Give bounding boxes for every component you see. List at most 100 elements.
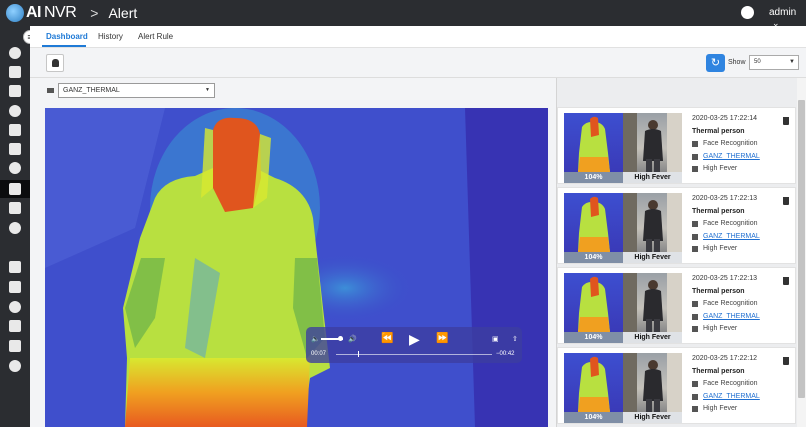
alert-tag: High Fever: [703, 245, 738, 252]
thermal-snapshot-image: [578, 356, 610, 412]
show-count-select[interactable]: 50 ▼: [749, 55, 799, 70]
person-snapshot-image: [623, 273, 682, 332]
bell-icon: [692, 220, 698, 227]
sidebar-item-face-scan[interactable]: [0, 63, 30, 81]
camera-select-value: GANZ_THERMAL: [63, 87, 120, 94]
sidebar-item-document[interactable]: [0, 278, 30, 296]
tab-alert-rule[interactable]: Alert Rule: [138, 32, 173, 41]
fast-forward-button[interactable]: ⏩: [436, 333, 448, 344]
sidebar-item-analytics[interactable]: [0, 219, 30, 237]
person-snapshot[interactable]: [623, 193, 682, 252]
status-caption: High Fever: [623, 172, 682, 183]
temperature-caption: 104%: [564, 332, 623, 343]
sidebar-item-crowd[interactable]: [0, 121, 30, 139]
alert-sound-button[interactable]: [46, 54, 64, 72]
thermal-snapshot[interactable]: [564, 113, 623, 172]
status-caption: High Fever: [623, 252, 682, 263]
sidebar-item-recorder[interactable]: [0, 317, 30, 335]
sidebar-item-user[interactable]: [0, 337, 30, 355]
alert-time: 2020-03-25 17:22:13: [692, 275, 757, 282]
alert-source-row: Face Recognition: [692, 380, 757, 387]
person-snapshot[interactable]: [623, 113, 682, 172]
alert-source: Face Recognition: [703, 300, 758, 307]
sidebar-item-settings[interactable]: [0, 357, 30, 375]
trash-icon[interactable]: [783, 117, 789, 125]
face-scan-icon: [9, 66, 21, 78]
alert-camera-link[interactable]: GANZ_THERMAL: [703, 393, 760, 400]
crowd-icon: [9, 124, 21, 136]
alert-source: Face Recognition: [703, 220, 758, 227]
trash-icon[interactable]: [783, 197, 789, 205]
alert-camera-row: GANZ_THERMAL: [692, 233, 760, 240]
alert-tag-row: High Fever: [692, 245, 737, 252]
trash-icon[interactable]: [783, 357, 789, 365]
alert-card[interactable]: 104% High Fever 2020-03-25 17:22:12 Ther…: [557, 347, 796, 424]
sidebar-item-route[interactable]: [0, 102, 30, 120]
page-title: Alert: [108, 5, 138, 21]
person-snapshot-image: [623, 193, 682, 252]
seek-bar[interactable]: [336, 354, 492, 355]
person-snapshot-image: [623, 113, 682, 172]
show-label: Show: [728, 59, 746, 66]
alert-camera-link[interactable]: GANZ_THERMAL: [703, 153, 760, 160]
rewind-button[interactable]: ⏪: [381, 333, 393, 344]
sidebar-item-bell[interactable]: [0, 180, 30, 198]
alert-card[interactable]: 104% High Fever 2020-03-25 17:22:13 Ther…: [557, 187, 796, 264]
alert-list-scroll-thumb[interactable]: [798, 100, 805, 398]
alert-title: Thermal person: [692, 128, 745, 135]
sidebar-item-info[interactable]: [0, 159, 30, 177]
ai-nvr-logo-icon: [6, 4, 24, 22]
sidebar-item-intrusion[interactable]: [0, 140, 30, 158]
tab-history[interactable]: History: [98, 32, 123, 41]
play-button[interactable]: ▶: [409, 331, 420, 348]
sidebar-item-recognition[interactable]: [0, 199, 30, 217]
thermal-video[interactable]: 🔈 🔊 ⏪ ▶ ⏩ ▣ ⇧ 00:07 −00:42: [45, 108, 548, 427]
volume-high-icon[interactable]: 🔊: [348, 335, 357, 343]
brand-name: NVR: [44, 4, 77, 21]
thermal-person-image: [45, 108, 548, 427]
elapsed-time: 00:07: [311, 351, 327, 357]
alert-card[interactable]: 104% High Fever 2020-03-25 17:22:14 Ther…: [557, 107, 796, 184]
picture-in-picture-icon[interactable]: ▣: [492, 335, 499, 343]
alert-list: 104% High Fever 2020-03-25 17:22:14 Ther…: [556, 78, 806, 427]
bell-icon: [692, 300, 698, 307]
alert-tag-row: High Fever: [692, 405, 737, 412]
bell-icon: [52, 59, 59, 67]
camera-select[interactable]: GANZ_THERMAL ▼: [58, 83, 215, 98]
globe-icon[interactable]: [741, 6, 754, 19]
seek-bar-playhead[interactable]: [357, 351, 359, 357]
tab-dashboard[interactable]: Dashboard: [46, 32, 88, 41]
sidebar-item-video-camera[interactable]: [0, 298, 30, 316]
trash-icon[interactable]: [783, 277, 789, 285]
refresh-button[interactable]: ↻: [706, 54, 725, 72]
brand-ai: AI: [26, 4, 42, 21]
status-caption: High Fever: [623, 412, 682, 423]
bell-icon: [9, 183, 21, 195]
volume-knob[interactable]: [337, 336, 343, 341]
alert-card[interactable]: 104% High Fever 2020-03-25 17:22:13 Ther…: [557, 267, 796, 344]
person-snapshot[interactable]: [623, 273, 682, 332]
alert-camera-link[interactable]: GANZ_THERMAL: [703, 313, 760, 320]
thermal-snapshot[interactable]: [564, 273, 623, 332]
thermal-snapshot[interactable]: [564, 353, 623, 412]
chevron-down-icon: ▼: [789, 59, 795, 65]
alert-source: Face Recognition: [703, 380, 758, 387]
alert-camera-link[interactable]: GANZ_THERMAL: [703, 233, 760, 240]
thermal-snapshot[interactable]: [564, 193, 623, 252]
person-snapshot[interactable]: [623, 353, 682, 412]
breadcrumb-separator: >: [90, 5, 99, 21]
bell-icon: [692, 380, 698, 387]
sidebar-item-tools[interactable]: [0, 258, 30, 276]
alert-source-row: Face Recognition: [692, 140, 757, 147]
share-icon[interactable]: ⇧: [512, 335, 518, 343]
alert-source-row: Face Recognition: [692, 300, 757, 307]
sidebar-item-search[interactable]: [0, 44, 30, 62]
sidebar-item-car[interactable]: [0, 82, 30, 100]
app-logo[interactable]: AI NVR: [6, 4, 77, 22]
volume-low-icon[interactable]: 🔈: [311, 335, 320, 343]
thermal-snapshot-image: [578, 276, 610, 332]
recorder-icon: [9, 320, 21, 332]
alert-tag: High Fever: [703, 165, 738, 172]
temperature-caption: 104%: [564, 252, 623, 263]
temperature-caption: 104%: [564, 412, 623, 423]
